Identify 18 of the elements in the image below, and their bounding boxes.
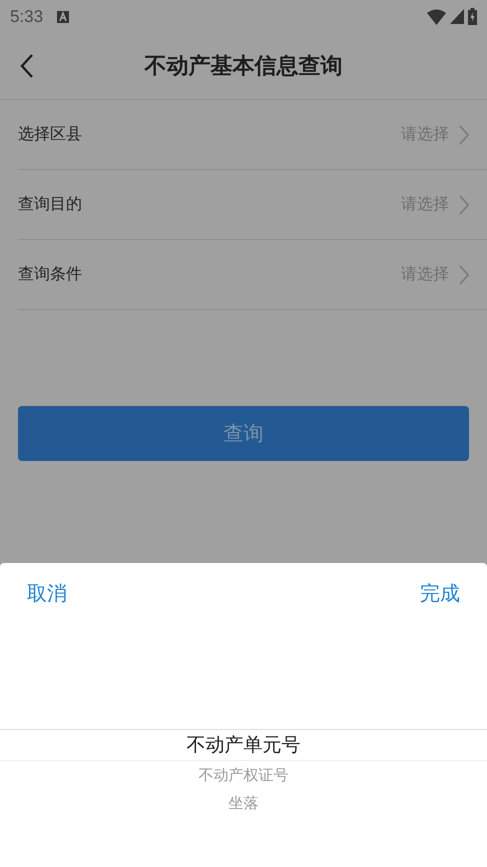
signal-icon bbox=[450, 9, 464, 24]
picker-option[interactable]: 不动产单元号 bbox=[0, 729, 487, 761]
row-label: 查询目的 bbox=[18, 194, 82, 215]
status-time: 5:33 bbox=[10, 6, 44, 26]
battery-icon bbox=[468, 8, 477, 25]
cancel-button[interactable]: 取消 bbox=[18, 576, 76, 610]
wifi-icon bbox=[427, 8, 446, 24]
notification-icon bbox=[57, 10, 70, 22]
chevron-icon bbox=[459, 264, 469, 284]
done-button[interactable]: 完成 bbox=[411, 576, 469, 610]
picker-option[interactable]: 坐落 bbox=[0, 789, 487, 817]
row-label: 选择区县 bbox=[18, 124, 82, 145]
chevron-icon bbox=[459, 194, 469, 214]
picker-option[interactable]: 不动产权证号 bbox=[0, 761, 487, 789]
page-title: 不动产基本信息查询 bbox=[144, 53, 342, 81]
back-icon bbox=[20, 54, 34, 78]
row-label: 查询条件 bbox=[18, 264, 82, 285]
chevron-icon bbox=[459, 124, 469, 144]
